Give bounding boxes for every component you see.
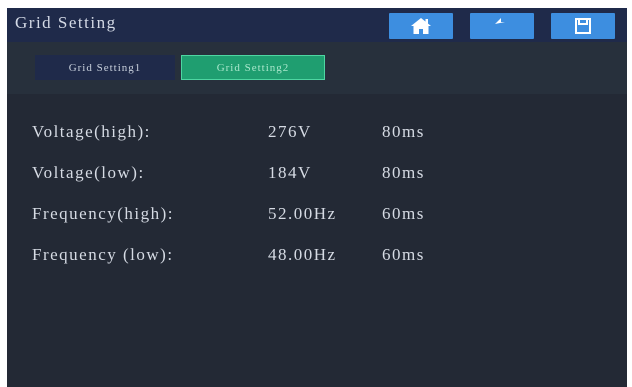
param-time[interactable]: 60ms xyxy=(382,204,425,224)
param-value[interactable]: 184V xyxy=(268,163,312,183)
title-bar: Grid Setting xyxy=(7,8,627,42)
param-row-frequency-high: Frequency(high): 52.00Hz 60ms xyxy=(7,204,627,230)
tab-bar: Grid Setting1 Grid Setting2 xyxy=(7,42,627,94)
param-row-voltage-high: Voltage(high): 276V 80ms xyxy=(7,122,627,148)
param-value[interactable]: 52.00Hz xyxy=(268,204,337,224)
param-time[interactable]: 80ms xyxy=(382,122,425,142)
param-label: Voltage(low): xyxy=(32,163,145,182)
tab-grid-setting-2[interactable]: Grid Setting2 xyxy=(181,55,325,80)
param-label: Frequency(high): xyxy=(32,204,175,223)
param-label: Voltage(high): xyxy=(32,122,151,141)
grid-setting-screen: Grid Setting Grid Setting1 Grid Setting2… xyxy=(7,8,627,387)
tab-grid-setting-1[interactable]: Grid Setting1 xyxy=(35,55,175,80)
param-row-voltage-low: Voltage(low): 184V 80ms xyxy=(7,163,627,189)
back-button[interactable] xyxy=(470,13,534,39)
back-arrow-icon xyxy=(495,18,505,24)
page-title: Grid Setting xyxy=(15,13,117,32)
param-time[interactable]: 60ms xyxy=(382,245,425,265)
home-button[interactable] xyxy=(389,13,453,39)
param-value[interactable]: 276V xyxy=(268,122,312,142)
home-icon xyxy=(411,18,431,34)
save-icon xyxy=(575,18,591,34)
param-value[interactable]: 48.00Hz xyxy=(268,245,337,265)
param-row-frequency-low: Frequency (low): 48.00Hz 60ms xyxy=(7,245,627,271)
param-time[interactable]: 80ms xyxy=(382,163,425,183)
param-label: Frequency (low): xyxy=(32,245,174,264)
save-button[interactable] xyxy=(551,13,615,39)
